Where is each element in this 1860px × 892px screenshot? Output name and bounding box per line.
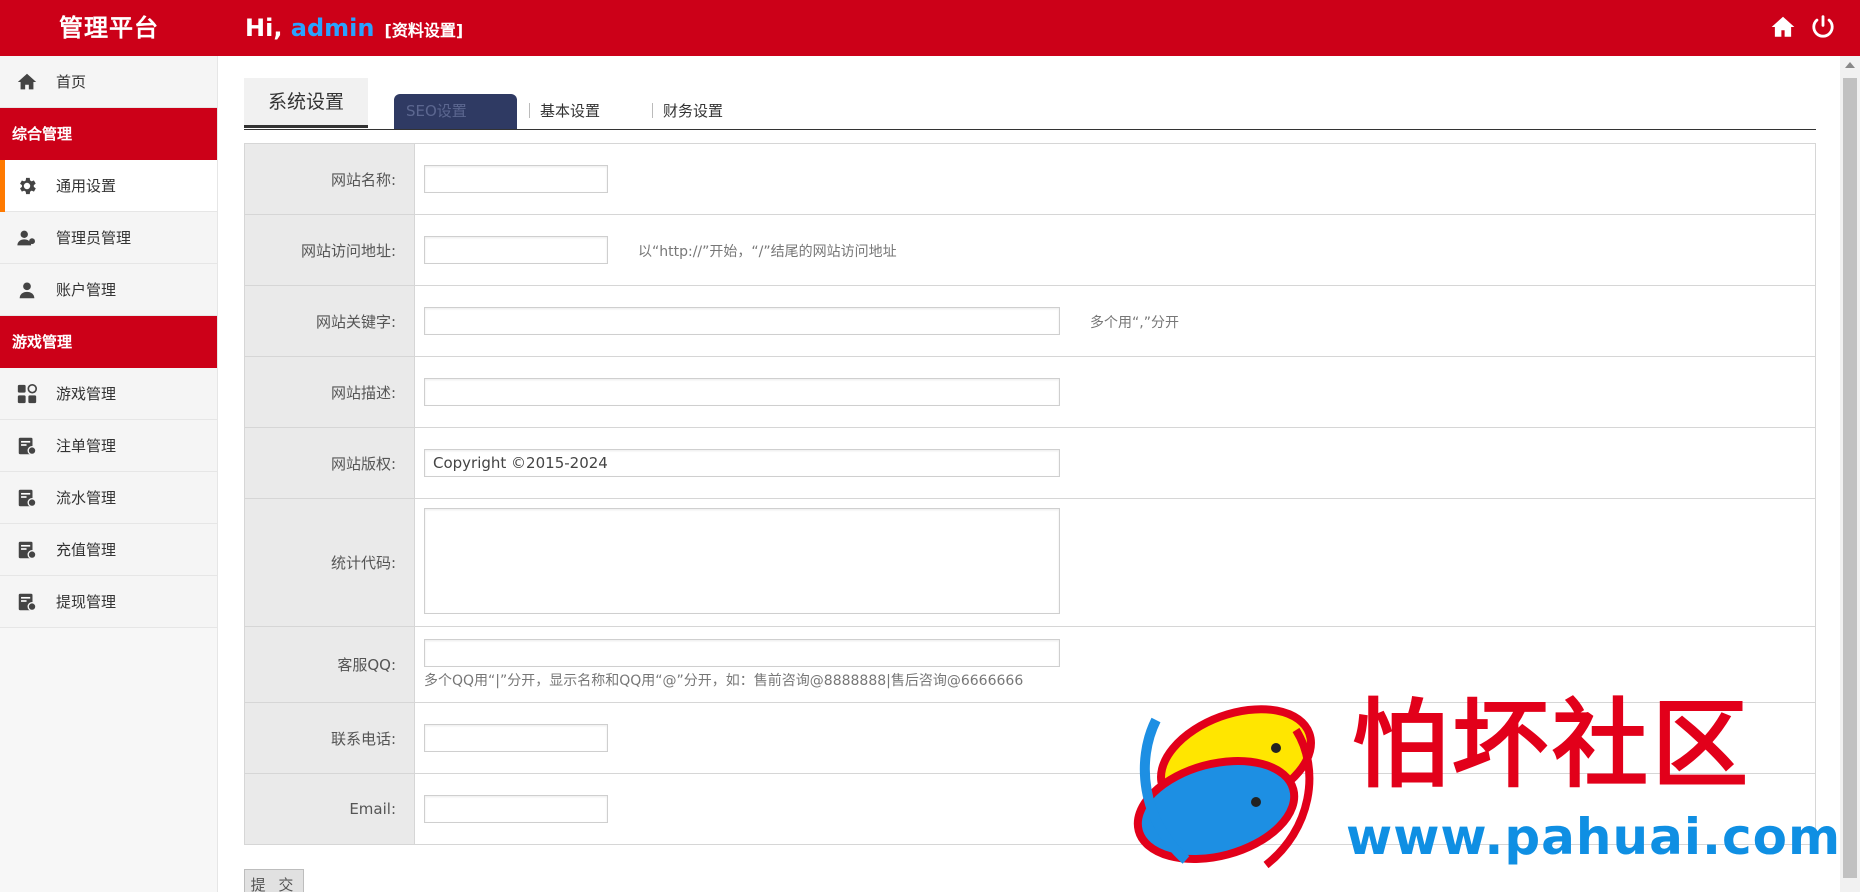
home-icon[interactable] bbox=[1770, 14, 1796, 40]
submit-button[interactable]: 提 交 bbox=[244, 869, 304, 892]
sidebar-item-flow-management[interactable]: 流水管理 bbox=[0, 472, 217, 524]
site-name-input[interactable] bbox=[424, 165, 608, 193]
customer-qq-label: 客服QQ: bbox=[244, 626, 415, 703]
keywords-input[interactable] bbox=[424, 307, 1060, 335]
sidebar-item-label: 注单管理 bbox=[56, 437, 117, 455]
field-cell bbox=[414, 356, 1816, 428]
sidebar-item-account-management[interactable]: 账户管理 bbox=[0, 264, 217, 316]
watermark-text: 怕坏社区 bbox=[1352, 688, 1752, 801]
top-header: 管理平台 Hi, admin [资料设置] bbox=[0, 0, 1860, 56]
form-row: 网站名称: bbox=[244, 143, 1816, 215]
site-name-label: 网站名称: bbox=[244, 143, 415, 215]
section-title: 系统设置 bbox=[244, 78, 368, 128]
keywords-hint: 多个用“,”分开 bbox=[1090, 314, 1179, 331]
sidebar-item-home[interactable]: 首页 bbox=[0, 56, 217, 108]
customer-qq-hint: 多个QQ用“|”分开，显示名称和QQ用“@”分开，如：售前咨询@8888888|… bbox=[424, 673, 1024, 689]
brand-title: 管理平台 bbox=[59, 14, 159, 42]
sidebar-group-game: 游戏管理 bbox=[0, 316, 217, 368]
profile-settings-link[interactable]: [资料设置] bbox=[385, 21, 464, 40]
description-input[interactable] bbox=[424, 378, 1060, 406]
user-icon bbox=[14, 277, 40, 303]
tab-separator bbox=[529, 103, 530, 118]
form-row: 网站描述: bbox=[244, 356, 1816, 428]
home-icon bbox=[14, 69, 40, 95]
form-row: 网站关键字: 多个用“,”分开 bbox=[244, 285, 1816, 357]
field-cell bbox=[414, 427, 1816, 499]
greeting-prefix: Hi, bbox=[245, 14, 291, 42]
stats-code-textarea[interactable] bbox=[424, 507, 1060, 614]
watermark: 怕坏社区 www.pahuai.com bbox=[1126, 690, 1846, 880]
ledger-icon bbox=[14, 433, 40, 459]
stats-code-label: 统计代码: bbox=[244, 498, 415, 627]
sidebar-item-bet-management[interactable]: 注单管理 bbox=[0, 420, 217, 472]
phone-label: 联系电话: bbox=[244, 702, 415, 774]
gear-icon bbox=[14, 173, 40, 199]
users-icon bbox=[14, 225, 40, 251]
sidebar-group-general: 综合管理 bbox=[0, 108, 217, 160]
site-url-label: 网站访问地址: bbox=[244, 214, 415, 286]
power-icon[interactable] bbox=[1810, 14, 1836, 40]
tab-finance[interactable]: 财务设置 bbox=[652, 94, 723, 129]
tab-basic[interactable]: 基本设置 bbox=[529, 94, 600, 129]
sidebar-item-label: 通用设置 bbox=[56, 177, 117, 195]
tab-separator bbox=[652, 103, 653, 118]
keywords-label: 网站关键字: bbox=[244, 285, 415, 357]
sidebar-item-label: 流水管理 bbox=[56, 489, 117, 507]
field-cell bbox=[414, 143, 1816, 215]
sidebar-item-label: 提现管理 bbox=[56, 593, 117, 611]
ledger-icon bbox=[14, 485, 40, 511]
fish-logo-icon bbox=[1133, 705, 1315, 869]
username-link[interactable]: admin bbox=[291, 14, 375, 42]
header-actions bbox=[1770, 14, 1836, 40]
sidebar-item-label: 账户管理 bbox=[56, 281, 117, 299]
sidebar-item-label: 游戏管理 bbox=[56, 385, 117, 403]
tab-seo[interactable]: SEO设置 bbox=[394, 94, 517, 129]
site-url-input[interactable] bbox=[424, 236, 608, 264]
sidebar-item-game-management[interactable]: 游戏管理 bbox=[0, 368, 217, 420]
scroll-up-arrow-icon[interactable] bbox=[1845, 62, 1855, 68]
form-row: 统计代码: bbox=[244, 498, 1816, 627]
sidebar-item-admin-management[interactable]: 管理员管理 bbox=[0, 212, 217, 264]
sidebar-item-withdraw-management[interactable]: 提现管理 bbox=[0, 576, 217, 628]
email-label: Email: bbox=[244, 773, 415, 845]
tab-seo-label: SEO设置 bbox=[406, 102, 467, 120]
settings-tabs: 系统设置 SEO设置 基本设置 财务设置 bbox=[244, 78, 1816, 130]
sidebar: 首页 综合管理 通用设置 管理员管理 账户管理 游戏管理 游戏管理 注单管理 流… bbox=[0, 56, 218, 892]
tab-finance-label: 财务设置 bbox=[663, 102, 724, 120]
phone-input[interactable] bbox=[424, 724, 608, 752]
watermark-url: www.pahuai.com bbox=[1346, 808, 1842, 866]
tab-basic-label: 基本设置 bbox=[540, 102, 601, 120]
sidebar-item-recharge-management[interactable]: 充值管理 bbox=[0, 524, 217, 576]
ledger-icon bbox=[14, 589, 40, 615]
form-row: 网站版权: bbox=[244, 427, 1816, 499]
greeting: Hi, admin [资料设置] bbox=[245, 0, 463, 56]
description-label: 网站描述: bbox=[244, 356, 415, 428]
ledger-icon bbox=[14, 537, 40, 563]
apps-icon bbox=[14, 381, 40, 407]
site-url-hint: 以“http://”开始，“/”结尾的网站访问地址 bbox=[638, 243, 897, 260]
copyright-input[interactable] bbox=[424, 449, 1060, 477]
field-cell: 以“http://”开始，“/”结尾的网站访问地址 bbox=[414, 214, 1816, 286]
sidebar-item-label: 管理员管理 bbox=[56, 229, 132, 247]
sidebar-item-general-settings[interactable]: 通用设置 bbox=[0, 160, 217, 212]
form-row: 网站访问地址: 以“http://”开始，“/”结尾的网站访问地址 bbox=[244, 214, 1816, 286]
copyright-label: 网站版权: bbox=[244, 427, 415, 499]
field-cell bbox=[414, 498, 1816, 627]
field-cell: 多个用“,”分开 bbox=[414, 285, 1816, 357]
sidebar-item-label: 充值管理 bbox=[56, 541, 117, 559]
customer-qq-input[interactable] bbox=[424, 639, 1060, 667]
sidebar-item-label: 首页 bbox=[56, 73, 87, 91]
email-input[interactable] bbox=[424, 795, 608, 823]
